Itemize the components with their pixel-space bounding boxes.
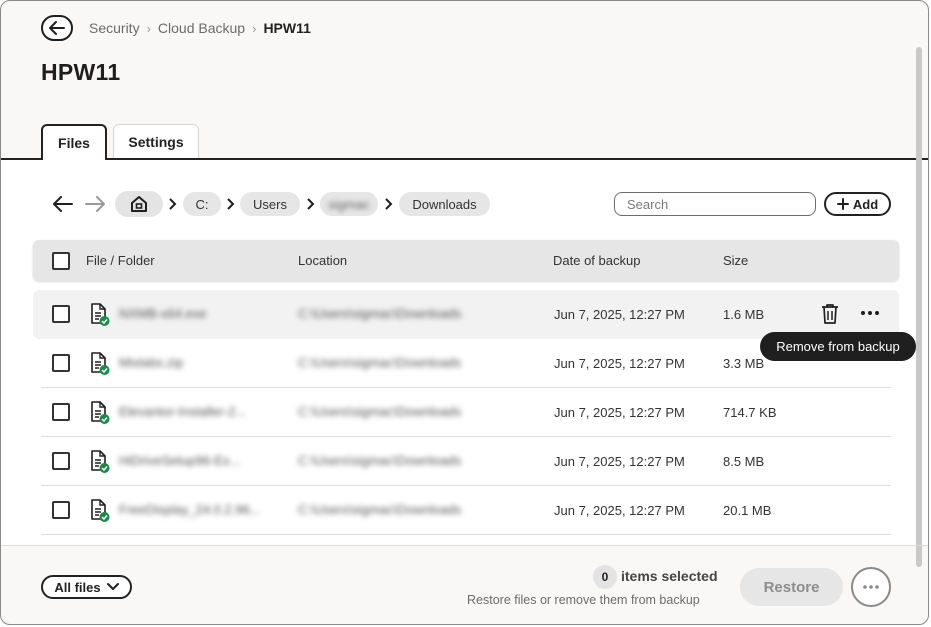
remove-tooltip: Remove from backup — [760, 332, 916, 361]
row-location: C:\Users\sigmac\Downloads — [298, 453, 462, 468]
trash-icon[interactable] — [821, 303, 839, 325]
chevron-right-icon: › — [146, 20, 151, 36]
row-more-button[interactable] — [859, 304, 881, 322]
selected-count-badge: 0 — [593, 565, 617, 589]
row-file-name[interactable]: NXMB-x64.exe — [119, 306, 229, 321]
column-location[interactable]: Location — [298, 253, 347, 268]
all-files-label: All files — [54, 579, 101, 595]
plus-icon — [836, 198, 849, 210]
breadcrumb-current: HPW11 — [263, 20, 311, 36]
column-file-folder[interactable]: File / Folder — [86, 253, 155, 268]
row-checkbox[interactable] — [52, 501, 70, 519]
row-location: C:\Users\sigmac\Downloads — [298, 502, 462, 517]
row-size: 8.5 MB — [723, 454, 765, 469]
tab-files[interactable]: Files — [41, 124, 107, 160]
table-row[interactable]: HiDriveSetup96-Ex... C:\Users\sigmac\Dow… — [33, 437, 899, 486]
row-date: Jun 7, 2025, 12:27 PM — [554, 454, 685, 469]
row-size: 714.7 KB — [723, 405, 777, 420]
path-chip-user-label: sigmac — [328, 196, 370, 212]
row-size: 3.3 MB — [723, 356, 765, 371]
row-file-name[interactable]: HiDriveSetup96-Ex... — [119, 453, 264, 468]
chevron-right-icon — [225, 195, 237, 213]
footer-more-button[interactable] — [851, 567, 891, 607]
footer-divider — [1, 545, 928, 546]
home-button[interactable] — [115, 191, 163, 217]
file-check-icon — [91, 303, 110, 326]
row-file-name[interactable]: FreeDisplay_24.0.2.96... — [119, 502, 259, 517]
add-button[interactable]: Add — [824, 192, 891, 216]
all-files-dropdown[interactable]: All files — [41, 575, 132, 599]
breadcrumb-security[interactable]: Security — [89, 20, 140, 36]
row-size: 1.6 MB — [723, 307, 765, 322]
breadcrumb-cloud-backup[interactable]: Cloud Backup — [158, 20, 245, 36]
row-checkbox[interactable] — [52, 403, 70, 421]
breadcrumb: Security › Cloud Backup › HPW11 — [89, 20, 311, 36]
file-check-icon — [91, 499, 110, 522]
path-chip-downloads[interactable]: Downloads — [399, 192, 490, 216]
chevron-right-icon: › — [252, 20, 257, 36]
app-window: Security › Cloud Backup › HPW11 HPW11 Fi… — [0, 0, 929, 625]
search-input[interactable] — [614, 192, 816, 216]
back-arrow-icon — [49, 21, 65, 35]
selected-label: items selected — [621, 568, 718, 584]
row-checkbox[interactable] — [52, 305, 70, 323]
chevron-right-icon — [167, 195, 179, 213]
column-date[interactable]: Date of backup — [553, 253, 640, 268]
path-chip-users[interactable]: Users — [240, 192, 300, 216]
row-location: C:\Users\sigmac\Downloads — [298, 306, 462, 321]
back-button[interactable] — [41, 15, 73, 41]
nav-forward-button[interactable] — [83, 193, 107, 215]
chevron-right-icon — [383, 195, 395, 213]
chevron-down-icon — [106, 583, 119, 590]
path-chip-drive[interactable]: C: — [183, 192, 221, 216]
row-checkbox[interactable] — [52, 354, 70, 372]
table-row[interactable]: Elevantor-Installer-2... C:\Users\sigmac… — [33, 388, 899, 437]
row-date: Jun 7, 2025, 12:27 PM — [554, 405, 685, 420]
add-button-label: Add — [852, 196, 879, 212]
home-icon — [131, 196, 147, 212]
more-icon — [863, 585, 879, 589]
path-chip-user[interactable]: sigmac — [320, 192, 378, 216]
nav-back-button[interactable] — [51, 193, 75, 215]
scrollbar[interactable] — [916, 47, 922, 567]
select-all-checkbox[interactable] — [52, 252, 70, 270]
row-date: Jun 7, 2025, 12:27 PM — [554, 503, 685, 518]
table-row[interactable]: NXMB-x64.exe C:\Users\sigmac\Downloads J… — [33, 290, 899, 339]
row-file-name[interactable]: Elevantor-Installer-2... — [119, 404, 264, 419]
file-check-icon — [91, 352, 110, 375]
footer-hint: Restore files or remove them from backup — [467, 593, 700, 607]
row-date: Jun 7, 2025, 12:27 PM — [554, 356, 685, 371]
row-date: Jun 7, 2025, 12:27 PM — [554, 307, 685, 322]
restore-button[interactable]: Restore — [740, 568, 843, 606]
tab-settings[interactable]: Settings — [113, 124, 199, 158]
more-icon — [861, 311, 879, 315]
file-check-icon — [91, 401, 110, 424]
arrow-right-icon — [85, 196, 105, 212]
row-divider — [41, 534, 891, 535]
row-file-name[interactable]: Mixlabs.zip — [119, 355, 209, 370]
page-title: HPW11 — [41, 59, 121, 85]
chevron-right-icon — [305, 195, 317, 213]
file-check-icon — [91, 450, 110, 473]
row-location: C:\Users\sigmac\Downloads — [298, 355, 462, 370]
row-checkbox[interactable] — [52, 452, 70, 470]
table-header: File / Folder Location Date of backup Si… — [33, 240, 899, 281]
row-location: C:\Users\sigmac\Downloads — [298, 404, 462, 419]
arrow-left-icon — [53, 196, 73, 212]
row-size: 20.1 MB — [723, 503, 772, 518]
column-size[interactable]: Size — [723, 253, 748, 268]
table-row[interactable]: FreeDisplay_24.0.2.96... C:\Users\sigmac… — [33, 486, 899, 535]
